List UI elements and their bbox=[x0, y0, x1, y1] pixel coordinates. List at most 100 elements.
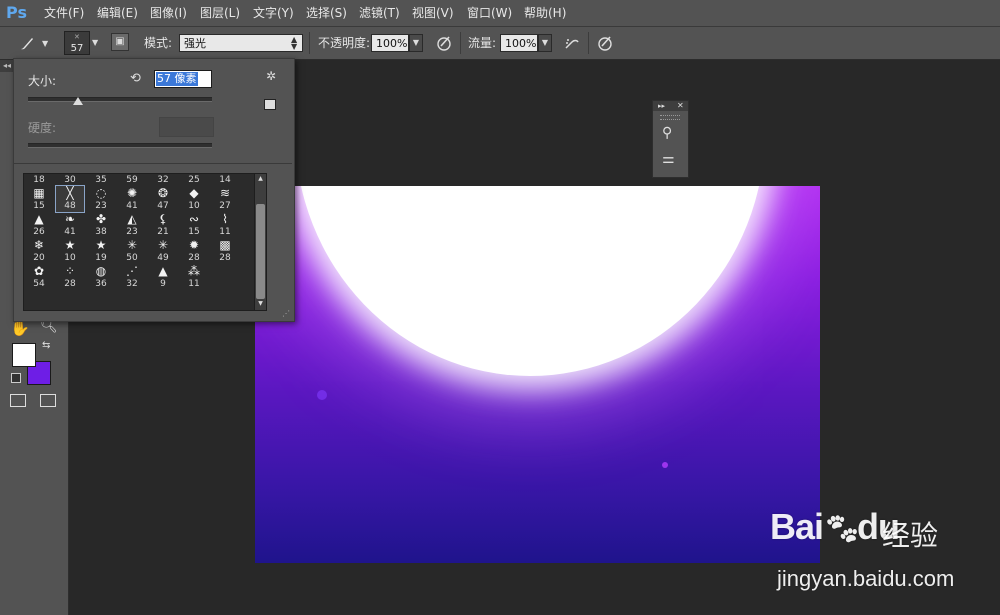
brush-tool-dropdown-icon[interactable]: ▼ bbox=[42, 39, 48, 48]
swap-colors-icon[interactable]: ⇆ bbox=[42, 340, 50, 351]
menu-bar: Ps 文件(F) 编辑(E) 图像(I) 图层(L) 文字(Y) 选择(S) 滤… bbox=[0, 0, 1000, 27]
brush-tip[interactable]: ≋ 27 bbox=[211, 186, 239, 212]
size-slider-thumb[interactable] bbox=[72, 97, 83, 105]
resize-grip-icon[interactable]: ⋰ bbox=[282, 309, 290, 318]
brush-tip-size: 10 bbox=[188, 201, 200, 211]
menu-image[interactable]: 图像(I) bbox=[150, 0, 187, 26]
collapse-panel-icon[interactable]: ◂◂ bbox=[0, 60, 14, 72]
brush-preset-dropdown-icon[interactable]: ▼ bbox=[92, 38, 98, 47]
brush-tip[interactable]: ⁂ 11 bbox=[180, 264, 208, 290]
menu-help[interactable]: 帮助(H) bbox=[524, 0, 566, 26]
brush-tip-size[interactable]: 32 bbox=[149, 174, 177, 186]
brush-tip-size[interactable]: 18 bbox=[25, 174, 53, 186]
brush-tip-size[interactable]: 14 bbox=[211, 174, 239, 186]
menu-window[interactable]: 窗口(W) bbox=[467, 0, 512, 26]
brush-tip[interactable]: ❄ 20 bbox=[25, 238, 53, 264]
mode-select[interactable]: 强光 bbox=[179, 34, 303, 52]
dock-grip[interactable] bbox=[660, 115, 680, 120]
brush-tip[interactable]: ▲ 9 bbox=[149, 264, 177, 290]
white-circle-glow bbox=[295, 186, 765, 376]
scroll-down-icon[interactable]: ▼ bbox=[256, 300, 265, 308]
brush-tip-shape-icon: ∾ bbox=[188, 212, 200, 226]
brush-tip-size: 32 bbox=[126, 279, 138, 289]
close-dock-icon[interactable]: ✕ bbox=[677, 101, 684, 111]
brush-tip-size: 9 bbox=[160, 279, 166, 289]
baidu-watermark-logo: Bai🐾︎du bbox=[770, 506, 900, 548]
brush-tool-icon[interactable] bbox=[18, 34, 36, 52]
pressure-opacity-icon[interactable] bbox=[435, 34, 453, 52]
flow-input[interactable]: 100% bbox=[500, 34, 538, 52]
size-slider-track[interactable] bbox=[28, 97, 212, 102]
brush-tip[interactable]: ⚸ 21 bbox=[149, 212, 177, 238]
brush-tip-size: 48 bbox=[64, 201, 76, 211]
quick-mask-icon[interactable] bbox=[10, 394, 26, 407]
brush-tip-size[interactable]: 30 bbox=[56, 174, 84, 186]
menu-edit[interactable]: 编辑(E) bbox=[97, 0, 138, 26]
menu-select[interactable]: 选择(S) bbox=[306, 0, 347, 26]
brush-tip-size[interactable]: 59 bbox=[118, 174, 146, 186]
brush-tip-selected[interactable]: ╳ 48 bbox=[55, 185, 85, 213]
brush-tip-shape-icon: ▦ bbox=[33, 186, 45, 200]
flow-dropdown-icon[interactable]: ▼ bbox=[538, 34, 552, 52]
brush-tip[interactable]: ▩ 28 bbox=[211, 238, 239, 264]
brush-tip-shape-icon: ✳ bbox=[157, 238, 169, 252]
brush-tip[interactable]: ◌ 23 bbox=[87, 186, 115, 212]
brush-tip-size: 41 bbox=[126, 201, 138, 211]
menu-file[interactable]: 文件(F) bbox=[44, 0, 84, 26]
opacity-dropdown-icon[interactable]: ▼ bbox=[409, 34, 423, 52]
brush-tip[interactable]: ◍ 36 bbox=[87, 264, 115, 290]
brush-tip-shape-icon: ★ bbox=[64, 238, 76, 252]
menu-filter[interactable]: 滤镜(T) bbox=[359, 0, 400, 26]
brush-tip[interactable]: ◭ 23 bbox=[118, 212, 146, 238]
menu-view[interactable]: 视图(V) bbox=[412, 0, 454, 26]
brush-tip[interactable]: ⋰ 32 bbox=[118, 264, 146, 290]
scroll-up-icon[interactable]: ▲ bbox=[256, 175, 265, 183]
menu-layer[interactable]: 图层(L) bbox=[200, 0, 240, 26]
size-input[interactable]: 57 像素 bbox=[156, 72, 198, 86]
brush-presets-panel-icon[interactable]: ⚲ bbox=[662, 125, 672, 141]
brush-tip[interactable]: ✳ 50 bbox=[118, 238, 146, 264]
brush-tip[interactable]: ∾ 15 bbox=[180, 212, 208, 238]
brush-tip[interactable]: ✹ 28 bbox=[180, 238, 208, 264]
brush-tip[interactable]: ◆ 10 bbox=[180, 186, 208, 212]
scroll-thumb[interactable] bbox=[256, 204, 265, 299]
expand-dock-icon[interactable]: ▸▸ bbox=[658, 101, 665, 111]
document-canvas[interactable] bbox=[255, 186, 820, 563]
brush-tip[interactable]: ✳ 49 bbox=[149, 238, 177, 264]
airbrush-icon[interactable] bbox=[563, 34, 581, 52]
brush-tip-shape-icon: ✺ bbox=[126, 186, 138, 200]
brush-tip[interactable]: ✿ 54 bbox=[25, 264, 53, 290]
brush-settings-panel-icon[interactable]: ⚌ bbox=[662, 151, 675, 167]
screen-mode-icon[interactable] bbox=[40, 394, 56, 407]
brush-grid-scrollbar[interactable]: ▲ ▼ bbox=[254, 173, 267, 311]
brush-tip-shape-icon: ◭ bbox=[127, 212, 137, 226]
mode-label: 模式: bbox=[144, 36, 173, 50]
default-colors-icon[interactable] bbox=[11, 373, 21, 383]
menu-type[interactable]: 文字(Y) bbox=[253, 0, 294, 26]
brush-tip[interactable]: ❂ 47 bbox=[149, 186, 177, 212]
brush-tip[interactable]: ★ 10 bbox=[56, 238, 84, 264]
brush-tip[interactable]: ⌇ 11 bbox=[211, 212, 239, 238]
brush-tip[interactable]: ★ 19 bbox=[87, 238, 115, 264]
brush-tip-grid: 18 30 35 59 32 25 14 ▦ 15 ╳ 48 ◌ 23 ✺ 41 ❂ 47 ◆ 10 ≋ 27 ▲ 26 ❧ 4… bbox=[23, 173, 255, 311]
brush-tip[interactable]: ✺ 41 bbox=[118, 186, 146, 212]
separator bbox=[309, 32, 310, 54]
brush-tip-size[interactable]: 35 bbox=[87, 174, 115, 186]
brush-preset-button[interactable]: ✕ 57 bbox=[64, 31, 90, 55]
pressure-size-icon[interactable] bbox=[596, 34, 614, 52]
brush-tip-shape-icon: ✹ bbox=[188, 238, 200, 252]
brush-tip[interactable]: ✤ 38 bbox=[87, 212, 115, 238]
size-label: 大小: bbox=[28, 74, 57, 88]
separator bbox=[460, 32, 461, 54]
gear-icon[interactable]: ✲ bbox=[266, 69, 276, 83]
foreground-color-swatch[interactable] bbox=[12, 343, 36, 367]
opacity-input[interactable]: 100% bbox=[371, 34, 409, 52]
brush-tip[interactable]: ▲ 26 bbox=[25, 212, 53, 238]
brush-tip[interactable]: ❧ 41 bbox=[56, 212, 84, 238]
new-preset-icon[interactable] bbox=[264, 99, 276, 110]
brush-tip[interactable]: ▦ 15 bbox=[25, 186, 53, 212]
brush-tip[interactable]: ⁘ 28 bbox=[56, 264, 84, 290]
brush-panel-toggle-icon[interactable]: ▣ bbox=[111, 33, 129, 51]
brush-tip-size[interactable]: 25 bbox=[180, 174, 208, 186]
reset-size-icon[interactable]: ⟲ bbox=[130, 71, 141, 86]
